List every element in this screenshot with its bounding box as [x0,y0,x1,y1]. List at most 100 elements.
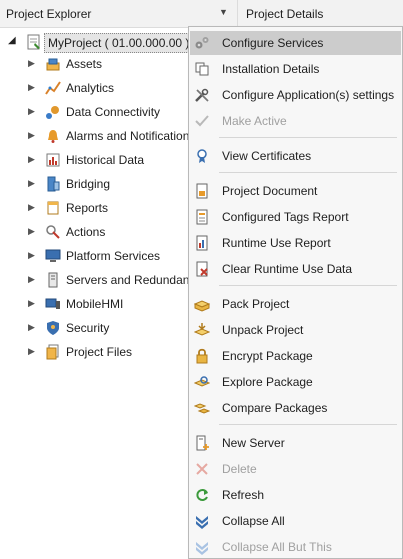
expand-arrow-icon[interactable]: ▶ [28,82,35,93]
unpack-icon [194,323,210,336]
menu-item-view-certificates[interactable]: View Certificates [190,144,401,168]
tree-item-label: Assets [66,57,103,71]
tree-item-label: Alarms and Notifications [66,129,196,143]
menu-item-installation-details[interactable]: Installation Details [190,57,401,81]
tools-icon [195,88,209,102]
menu-item-project-document[interactable]: Project Document [190,179,401,203]
runtime-report-icon [196,235,208,251]
pack-icon [194,300,210,312]
expand-arrow-icon[interactable]: ▶ [28,274,35,285]
menu-item-label: Unpack Project [222,323,304,337]
bridging-icon [47,176,60,192]
tree-item-label: Platform Services [66,249,161,263]
context-menu: Configure Services Installation Details … [188,26,403,559]
project-files-icon [46,344,59,360]
explorer-header: Project Explorer ▼ Project Details [0,0,403,28]
project-explorer-title: Project Explorer [6,7,92,21]
menu-item-collapse-all[interactable]: Collapse All [190,509,401,533]
platform-services-icon [45,249,61,262]
menu-item-label: View Certificates [222,149,312,163]
menu-item-label: Refresh [222,488,265,502]
tree-item-label: Actions [66,225,106,239]
expand-arrow-icon[interactable]: ▶ [28,58,35,69]
menu-separator [219,424,397,425]
explore-package-icon [194,376,210,387]
menu-item-explore-package[interactable]: Explore Package [190,370,401,394]
refresh-icon [196,489,208,501]
actions-icon [46,225,60,239]
data-connectivity-icon [46,106,59,119]
menu-item-encrypt-package[interactable]: Encrypt Package [190,344,401,368]
menu-item-label: Collapse All But This [222,540,332,554]
tree-item-label: Data Connectivity [66,105,161,119]
tree-item-label: MobileHMI [66,297,124,311]
expand-arrow-icon[interactable]: ▶ [28,154,35,165]
tree-item-label: Servers and Redundancy [66,273,202,287]
collapse-all-but-this-icon [196,542,208,555]
clear-data-icon [196,261,208,277]
project-explorer-dropdown[interactable]: Project Explorer ▼ [0,0,237,27]
menu-item-new-server[interactable]: New Server [190,431,401,455]
expand-arrow-icon[interactable]: ▶ [28,178,35,189]
tree-item-label: Analytics [66,81,115,95]
menu-item-label: Make Active [222,114,287,128]
menu-item-label: Runtime Use Report [222,236,331,250]
alarm-icon [48,130,58,143]
reports-icon [47,201,59,215]
document-icon [196,183,208,199]
menu-item-label: Project Document [222,184,318,198]
menu-item-label: Explore Package [222,375,313,389]
certificate-icon [197,149,207,163]
menu-separator [219,137,397,138]
menu-item-configure-app-settings[interactable]: Configure Application(s) settings [190,83,401,107]
menu-item-label: Clear Runtime Use Data [222,262,353,276]
menu-item-label: New Server [222,436,285,450]
collapse-arrow-icon[interactable]: ◢ [8,35,16,46]
caret-down-icon[interactable]: ▼ [219,7,228,17]
copy-icon [195,62,209,76]
menu-item-configure-services[interactable]: Configure Services [190,31,401,55]
menu-item-compare-packages[interactable]: Compare Packages [190,396,401,420]
servers-icon [48,272,58,288]
gears-icon [195,37,209,49]
expand-arrow-icon[interactable]: ▶ [28,298,35,309]
checkmark-icon [195,115,209,127]
mobile-icon [45,298,60,309]
tree-item-label: Historical Data [66,153,145,167]
menu-separator [219,285,397,286]
expand-arrow-icon[interactable]: ▶ [28,322,35,333]
menu-item-make-active[interactable]: Make Active [190,109,401,133]
menu-item-label: Collapse All [222,514,285,528]
menu-item-label: Configure Services [222,36,324,50]
menu-item-label: Configure Application(s) settings [222,88,395,102]
menu-item-delete[interactable]: Delete [190,457,401,481]
expand-arrow-icon[interactable]: ▶ [28,130,35,141]
menu-item-runtime-use-report[interactable]: Runtime Use Report [190,231,401,255]
menu-separator [219,172,397,173]
menu-item-pack-project[interactable]: Pack Project [190,292,401,316]
tree-item-label: Reports [66,201,109,215]
menu-item-label: Installation Details [222,62,320,76]
menu-item-clear-runtime-use-data[interactable]: Clear Runtime Use Data [190,257,401,281]
tags-report-icon [196,209,208,225]
menu-item-unpack-project[interactable]: Unpack Project [190,318,401,342]
expand-arrow-icon[interactable]: ▶ [28,250,35,261]
menu-item-label: Configured Tags Report [222,210,349,224]
project-details-tab[interactable]: Project Details [237,0,403,27]
tree-item-label: Project Files [66,345,133,359]
analytics-icon [45,81,61,95]
security-icon [47,321,59,335]
expand-arrow-icon[interactable]: ▶ [28,106,35,117]
assets-icon [46,58,60,71]
menu-item-configured-tags-report[interactable]: Configured Tags Report [190,205,401,229]
tree-item-label: Bridging [66,177,111,191]
expand-arrow-icon[interactable]: ▶ [28,346,35,357]
menu-item-refresh[interactable]: Refresh [190,483,401,507]
tree-item-label: Security [66,321,110,335]
menu-item-collapse-all-but-this[interactable]: Collapse All But This [190,535,401,559]
tree-root-label: MyProject ( 01.00.000.00 ) [44,33,194,53]
expand-arrow-icon[interactable]: ▶ [28,202,35,213]
expand-arrow-icon[interactable]: ▶ [28,226,35,237]
lock-icon [196,348,208,364]
delete-icon [196,463,208,475]
